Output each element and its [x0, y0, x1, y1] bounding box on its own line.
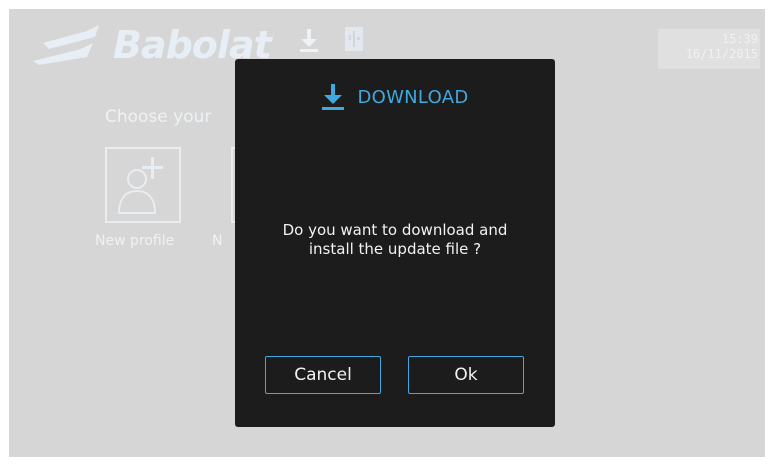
download-icon: [322, 84, 345, 110]
device-screen: Babolat 15:39 16/11/2015 Choose your New…: [9, 9, 765, 457]
cancel-button[interactable]: Cancel: [265, 356, 381, 394]
clock-date: 16/11/2015: [685, 47, 758, 61]
dialog-title: DOWNLOAD: [357, 86, 469, 108]
choose-profile-title: Choose your: [105, 107, 212, 127]
clock-time: 15:39: [721, 32, 758, 46]
brand-logo: Babolat: [29, 21, 272, 69]
usb-status-icon: [345, 27, 363, 51]
profile-label: N: [212, 233, 223, 249]
dialog-message-line1: Do you want to download and: [282, 221, 508, 239]
new-profile-tile[interactable]: [105, 147, 181, 223]
dialog-message-line2: install the update file ?: [308, 240, 482, 258]
dialog-header: DOWNLOAD: [235, 83, 555, 113]
download-status-icon: [300, 29, 318, 52]
new-profile-label: New profile: [95, 233, 175, 249]
ok-button[interactable]: Ok: [408, 356, 524, 394]
brand-logo-mark-icon: [33, 25, 99, 65]
clock-display: 15:39 16/11/2015: [658, 29, 760, 69]
download-dialog: DOWNLOAD Do you want to download and ins…: [235, 59, 555, 427]
dialog-message: Do you want to download and install the …: [245, 221, 545, 259]
add-user-icon: [117, 157, 163, 214]
